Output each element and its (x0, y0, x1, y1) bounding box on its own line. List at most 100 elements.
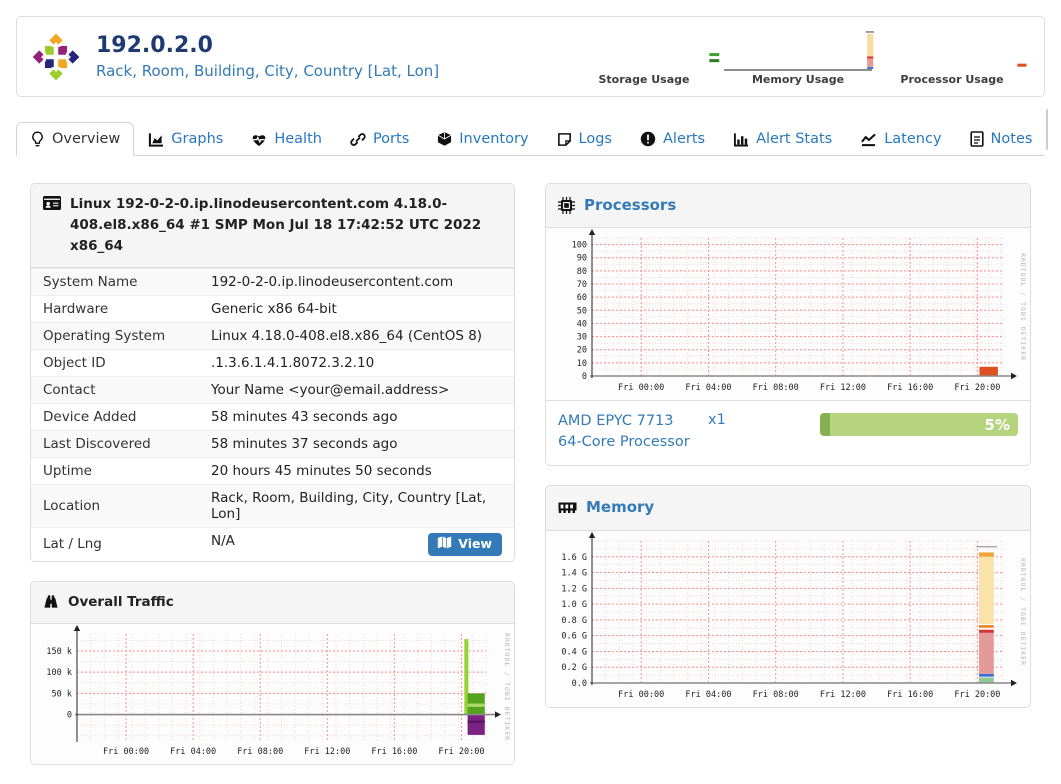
lightbulb-icon (30, 131, 45, 147)
row-value-text: 192-0-2-0.ip.linodeusercontent.com (211, 273, 454, 290)
mini-graph-processor-usage[interactable]: Processor Usage (876, 28, 1028, 86)
table-row: Object ID .1.3.6.1.4.1.8072.3.2.10 (31, 348, 514, 377)
spark-memory-icon (724, 30, 874, 71)
tab-label: Ports (372, 131, 410, 147)
row-label: Device Added (31, 402, 199, 431)
table-row: System Name 192-0-2-0.ip.linodeuserconten… (31, 267, 514, 296)
svg-text:Fri 12:00: Fri 12:00 (820, 690, 866, 700)
traffic-panel-title: Overall Traffic (68, 593, 174, 610)
row-value: Linux 4.18.0-408.el8.x86_64 (CentOS 8) (199, 321, 514, 350)
tab-alerts[interactable]: Alerts (626, 122, 719, 156)
row-value: 20 hours 45 minutes 50 seconds (199, 456, 514, 485)
svg-text:0: 0 (67, 710, 72, 720)
tab-overview[interactable]: Overview (16, 122, 135, 156)
svg-text:Fri 04:00: Fri 04:00 (170, 747, 216, 757)
traffic-graph[interactable]: 0 50 k 100 k 150 k Fri 00:00 Fri 04:00 Fri 08:… (31, 623, 514, 764)
row-label: Last Discovered (31, 429, 199, 458)
tab-inventory[interactable]: Inventory (423, 122, 542, 156)
tab-label: Overview (52, 131, 121, 147)
row-value: .1.3.6.1.4.1.8072.3.2.10 (199, 348, 514, 377)
svg-text:0: 0 (582, 372, 587, 382)
tab-graphs[interactable]: Graphs (134, 122, 237, 156)
tab-logs[interactable]: Logs (543, 122, 626, 156)
svg-text:RRDTOOL / TOBI OETIKER: RRDTOOL / TOBI OETIKER (1019, 253, 1027, 361)
svg-text:Fri 20:00: Fri 20:00 (954, 383, 1000, 393)
tab-label: Inventory (459, 131, 529, 147)
tab-alert-stats[interactable]: Alert Stats (719, 122, 846, 156)
svg-text:Fri 16:00: Fri 16:00 (887, 383, 933, 393)
svg-text:40: 40 (577, 320, 587, 330)
device-location-link[interactable]: Rack, Room, Building, City, Country [Lat… (96, 62, 439, 81)
cpu-name-line1: AMD EPYC 7713 (558, 413, 674, 430)
device-header-card: 192.0.2.0 Rack, Room, Building, City, Co… (16, 16, 1045, 97)
table-row: Uptime 20 hours 45 minutes 50 seconds (31, 456, 514, 485)
mini-graph-storage-usage[interactable]: Storage Usage (568, 28, 720, 86)
link-icon (350, 132, 366, 147)
svg-text:Fri 08:00: Fri 08:00 (753, 383, 799, 393)
mini-graph-label: Processor Usage (900, 72, 1004, 86)
area-chart-icon (148, 132, 164, 147)
svg-text:10: 10 (577, 359, 587, 369)
mini-graph-label: Storage Usage (598, 72, 690, 86)
svg-text:1.4 G: 1.4 G (561, 568, 587, 578)
row-label: Operating System (31, 321, 199, 350)
right-column: Processors 0 10 20 30 40 50 60 70 80 90 100 Fri 00:… (545, 183, 1031, 784)
view-location-button[interactable]: View (428, 532, 502, 556)
settings-button[interactable] (1047, 110, 1048, 149)
memory-graph[interactable]: 0.0 0.2 G 0.4 G 0.6 G 0.8 G 1.0 G 1.2 G 1.4 G 1.… (546, 530, 1030, 707)
centos-logo (32, 33, 80, 80)
svg-text:0.4 G: 0.4 G (561, 647, 587, 657)
tab-label: Alerts (663, 131, 706, 147)
exclamation-circle-icon (640, 131, 656, 147)
table-row: Device Added 58 minutes 43 seconds ago (31, 402, 514, 431)
svg-text:20: 20 (577, 346, 587, 356)
memory-panel: Memory 0.0 0.2 G 0.4 G 0.6 G 0.8 G 1.0 G 1.2 G… (545, 485, 1031, 708)
table-row: Lat / Lng N/A View (31, 526, 514, 561)
row-value-text: Rack, Room, Building, City, Country [Lat… (211, 489, 487, 522)
row-value-text: 58 minutes 43 seconds ago (211, 408, 398, 425)
svg-text:90: 90 (577, 254, 587, 264)
system-panel-heading: Linux 192-0-2-0.ip.linodeusercontent.com… (31, 184, 514, 268)
svg-text:Fri 08:00: Fri 08:00 (753, 690, 799, 700)
binoculars-icon (43, 592, 59, 609)
processors-graph[interactable]: 0 10 20 30 40 50 60 70 80 90 100 Fri 00:00 Fri 04:00… (546, 228, 1030, 401)
svg-text:Fri 20:00: Fri 20:00 (438, 747, 484, 757)
left-column: Linux 192-0-2-0.ip.linodeusercontent.com… (30, 183, 515, 784)
table-row: Hardware Generic x86 64-bit (31, 294, 514, 323)
svg-text:1.0 G: 1.0 G (561, 600, 587, 610)
spark-processor-icon (1017, 63, 1027, 67)
tab-label: Alert Stats (756, 131, 833, 147)
system-info-table: System Name 192-0-2-0.ip.linodeuserconten… (31, 267, 514, 561)
svg-text:Fri 04:00: Fri 04:00 (685, 690, 731, 700)
svg-text:50 k: 50 k (52, 689, 72, 699)
row-label: Lat / Lng (31, 526, 199, 561)
bar-chart-icon (733, 132, 749, 147)
row-value: N/A View (199, 526, 514, 561)
row-label: System Name (31, 267, 199, 296)
device-tabbar: Overview Graphs Health Ports Inventory Logs Al… (16, 107, 1049, 156)
cpu-row: AMD EPYC 7713 64-Core Processor x1 5% (546, 400, 1030, 465)
processors-panel-heading: Processors (546, 184, 1030, 229)
tab-ports[interactable]: Ports (336, 122, 423, 156)
tab-latency[interactable]: Latency (846, 122, 955, 156)
cpu-usage-bar: 5% (820, 413, 1018, 437)
cpu-name-link[interactable]: AMD EPYC 7713 64-Core Processor (558, 411, 708, 453)
row-label: Hardware (31, 294, 199, 323)
svg-text:Fri 12:00: Fri 12:00 (304, 747, 350, 757)
spark-storage-icon (709, 52, 720, 62)
tab-label: Health (274, 131, 322, 147)
row-value: Generic x86 64-bit (199, 294, 514, 323)
device-tabs: Overview Graphs Health Ports Inventory Logs Al… (16, 122, 1047, 156)
svg-text:1.6 G: 1.6 G (561, 552, 587, 562)
svg-text:100 k: 100 k (46, 668, 72, 678)
row-value-text: Generic x86 64-bit (211, 300, 337, 317)
svg-text:Fri 00:00: Fri 00:00 (103, 747, 149, 757)
tab-notes[interactable]: Notes (956, 122, 1047, 156)
processors-panel-title: Processors (584, 196, 677, 214)
heart-pulse-icon (251, 132, 267, 147)
tab-health[interactable]: Health (237, 122, 336, 156)
tab-label: Notes (990, 131, 1033, 147)
svg-text:Fri 12:00: Fri 12:00 (820, 383, 866, 393)
traffic-panel-heading: Overall Traffic (31, 581, 514, 624)
mini-graph-memory-usage[interactable]: Memory Usage (722, 28, 874, 86)
